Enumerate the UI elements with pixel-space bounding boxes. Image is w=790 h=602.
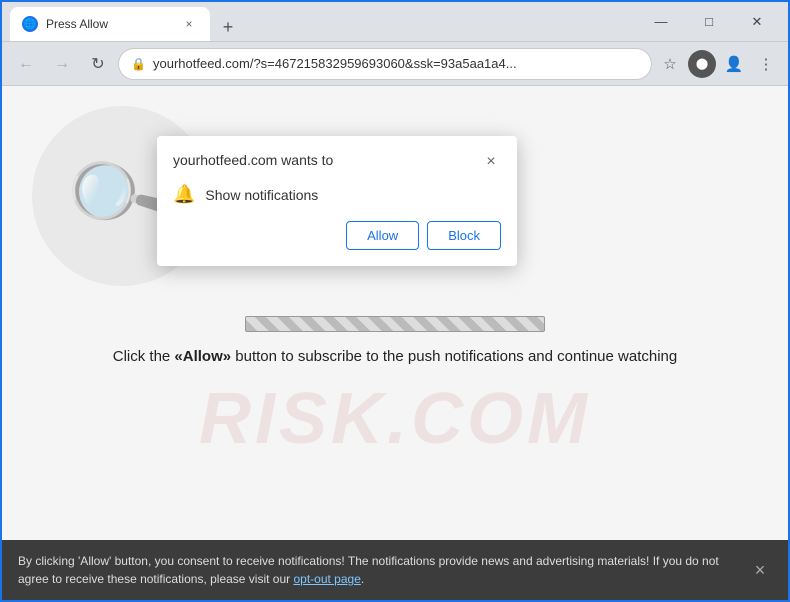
tab-close-button[interactable]: × [180, 15, 198, 33]
notice-text: By clicking 'Allow' button, you consent … [18, 552, 736, 588]
window-controls: — □ ✕ [638, 6, 780, 38]
more-options-button[interactable]: ⋮ [752, 50, 780, 78]
notice-close-button[interactable]: × [748, 558, 772, 582]
address-bar[interactable]: 🔒 yourhotfeed.com/?s=467215832959693060&… [118, 48, 652, 80]
notice-text-content: By clicking 'Allow' button, you consent … [18, 554, 719, 586]
new-tab-button[interactable]: + [214, 13, 242, 41]
cta-text: Click the «Allow» button to subscribe to… [2, 346, 788, 369]
popup-buttons: Allow Block [173, 221, 501, 250]
progress-bar [245, 316, 545, 332]
notice-bar: By clicking 'Allow' button, you consent … [2, 540, 788, 600]
browser-window: 🌐 Press Allow × + — □ ✕ ← → ↻ 🔒 yourhotf… [2, 2, 788, 600]
popup-title: yourhotfeed.com wants to [173, 152, 333, 168]
popup-header: yourhotfeed.com wants to × [173, 152, 501, 172]
maximize-button[interactable]: □ [686, 6, 732, 38]
title-bar: 🌐 Press Allow × + — □ ✕ [2, 2, 788, 42]
forward-button[interactable]: → [46, 48, 78, 80]
opt-out-link[interactable]: opt-out page [293, 572, 360, 586]
bell-icon: 🔔 [173, 184, 195, 205]
allow-bold-text: «Allow» [174, 348, 231, 365]
tab-title: Press Allow [46, 17, 172, 31]
tab-area: 🌐 Press Allow × + [10, 2, 638, 41]
back-button[interactable]: ← [10, 48, 42, 80]
progress-bar-area [245, 316, 545, 332]
active-tab[interactable]: 🌐 Press Allow × [10, 7, 210, 41]
risk-watermark: RISK.COM [2, 378, 788, 460]
minimize-button[interactable]: — [638, 6, 684, 38]
lock-icon: 🔒 [131, 57, 145, 71]
url-text: yourhotfeed.com/?s=467215832959693060&ss… [153, 56, 639, 71]
notification-label: Show notifications [205, 187, 318, 203]
page-content: 🔍 RISK.COM Click the «Allow» button to s… [2, 86, 788, 540]
close-button[interactable]: ✕ [734, 6, 780, 38]
popup-notification-row: 🔔 Show notifications [173, 184, 501, 205]
profile-icon[interactable]: 👤 [720, 50, 748, 78]
block-button[interactable]: Block [427, 221, 501, 250]
popup-close-button[interactable]: × [481, 152, 501, 172]
bookmark-star-icon[interactable]: ☆ [656, 50, 684, 78]
allow-button[interactable]: Allow [346, 221, 419, 250]
refresh-button[interactable]: ↻ [82, 48, 114, 80]
tab-favicon: 🌐 [22, 16, 38, 32]
notification-popup: yourhotfeed.com wants to × 🔔 Show notifi… [157, 136, 517, 266]
extensions-button[interactable]: ⬤ [688, 50, 716, 78]
toolbar: ← → ↻ 🔒 yourhotfeed.com/?s=4672158329596… [2, 42, 788, 86]
